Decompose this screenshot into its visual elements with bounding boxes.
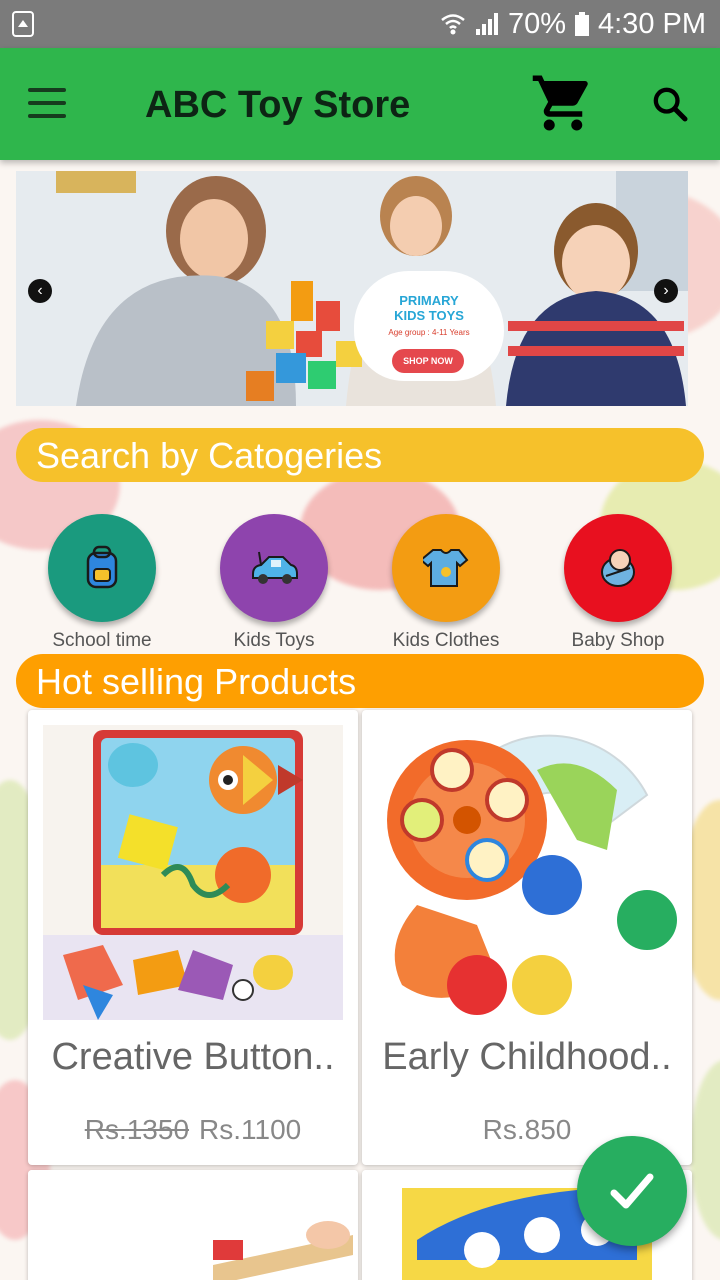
promo-banner[interactable]: ‹ › PRIMARY KIDS TOYS Age group : 4-11 Y… (16, 171, 688, 406)
banner-line2: KIDS TOYS (394, 308, 464, 323)
product-price: Rs.850 (482, 1114, 572, 1145)
banner-illustration (16, 171, 688, 406)
shop-now-button[interactable]: SHOP NOW (392, 349, 464, 373)
product-name: Creative Button.. (51, 1036, 335, 1078)
battery-icon (574, 11, 590, 37)
product-image-partial (28, 1170, 358, 1280)
banner-age-group: Age group : 4-11 Years (388, 328, 470, 337)
menu-button[interactable] (26, 86, 68, 120)
banner-next-arrow[interactable]: › (654, 279, 678, 303)
baby-icon (564, 514, 672, 622)
product-card[interactable]: Early Childhood.. Rs.850 (362, 710, 692, 1165)
category-kids-toys[interactable]: Kids Toys (188, 514, 360, 652)
categories-header: Search by Catogeries (16, 428, 704, 482)
category-kids-clothes[interactable]: Kids Clothes (360, 514, 532, 652)
wifi-icon (440, 11, 466, 37)
recycle-notification-icon (12, 11, 34, 45)
category-baby-shop[interactable]: Baby Shop (532, 514, 704, 652)
category-label: Baby Shop (571, 630, 665, 651)
category-label: Kids Toys (233, 630, 315, 651)
banner-caption: PRIMARY KIDS TOYS Age group : 4-11 Years… (354, 271, 504, 381)
main-content: ‹ › PRIMARY KIDS TOYS Age group : 4-11 Y… (0, 160, 720, 1280)
product-price-row: Rs.1350 Rs.1100 (28, 1114, 358, 1146)
status-bar: 70% 4:30 PM (0, 0, 720, 48)
category-label: Kids Clothes (392, 630, 500, 651)
category-school-time[interactable]: School time (16, 514, 188, 652)
cart-icon[interactable] (530, 70, 596, 136)
product-old-price: Rs.1350 (84, 1114, 190, 1145)
product-card[interactable] (28, 1170, 358, 1280)
search-icon[interactable] (650, 84, 690, 124)
product-card[interactable]: Creative Button.. Rs.1350 Rs.1100 (28, 710, 358, 1165)
clock: 4:30 PM (598, 7, 706, 40)
banner-prev-arrow[interactable]: ‹ (28, 279, 52, 303)
app-title: ABC Toy Store (145, 84, 411, 126)
banner-line1: PRIMARY (399, 293, 459, 308)
signal-icon (474, 11, 500, 37)
checkmark-icon (610, 1173, 654, 1209)
battery-percent: 70% (507, 7, 566, 40)
product-image-creative-button (43, 725, 343, 1020)
product-price: Rs.1100 (199, 1114, 302, 1145)
baby-clothes-icon (392, 514, 500, 622)
hot-selling-header: Hot selling Products (16, 654, 704, 708)
backpack-icon (48, 514, 156, 622)
product-name: Early Childhood.. (382, 1036, 672, 1078)
confirm-fab-button[interactable] (577, 1136, 687, 1246)
category-label: School time (52, 630, 152, 651)
product-image-early-childhood (377, 725, 677, 1020)
toy-car-icon (220, 514, 328, 622)
app-bar: ABC Toy Store (0, 48, 720, 160)
